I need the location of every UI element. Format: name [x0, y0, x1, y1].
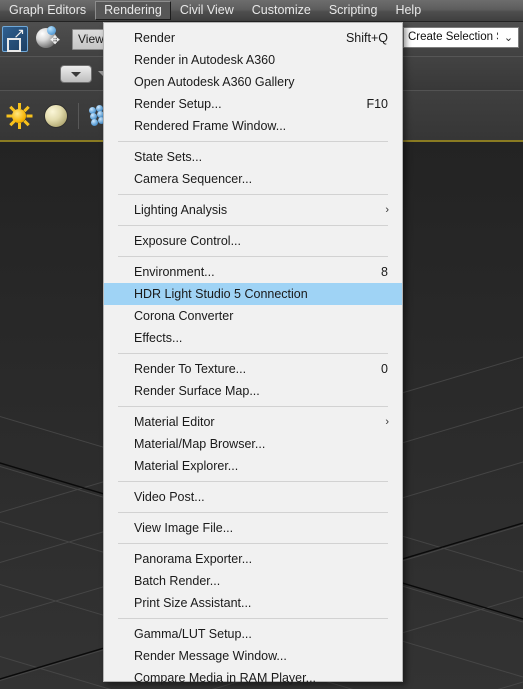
menu-item-label: HDR Light Studio 5 Connection — [134, 287, 308, 301]
menu-item-compare-media-in-ram-player[interactable]: Compare Media in RAM Player... — [104, 667, 402, 689]
menu-item-view-image-file[interactable]: View Image File... — [104, 517, 402, 539]
menu-item-label: Compare Media in RAM Player... — [134, 671, 317, 685]
menu-item-label: Lighting Analysis — [134, 203, 228, 217]
select-object-icon[interactable] — [2, 26, 28, 52]
menu-item-label: Material Editor — [134, 415, 215, 429]
menu-item-render-message-window[interactable]: Render Message Window... — [104, 645, 402, 667]
menu-item-corona-converter[interactable]: Corona Converter — [104, 305, 402, 327]
menu-item-label: State Sets... — [134, 150, 203, 164]
menu-item-shortcut: Shift+Q — [345, 31, 388, 45]
move-cross-glyph: ✥ — [50, 33, 61, 47]
menu-item-render-to-texture[interactable]: Render To Texture... 0 — [104, 358, 402, 380]
menu-item-label: Video Post... — [134, 490, 205, 504]
menu-item-label: Corona Converter — [134, 309, 234, 323]
menu-item-render-setup[interactable]: Render Setup... F10 — [104, 93, 402, 115]
submenu-arrow-icon: › — [385, 204, 389, 216]
menu-item-rendered-frame-window[interactable]: Rendered Frame Window... — [104, 115, 402, 137]
menu-item-label: Open Autodesk A360 Gallery — [134, 75, 295, 89]
menu-separator — [118, 618, 388, 619]
menu-item-batch-render[interactable]: Batch Render... — [104, 570, 402, 592]
menu-item-label: Material Explorer... — [134, 459, 239, 473]
menubar-item-help[interactable]: Help — [386, 1, 430, 20]
menubar-item-civil-view[interactable]: Civil View — [171, 1, 243, 20]
menu-item-shortcut: F10 — [366, 97, 388, 111]
menu-item-label: Print Size Assistant... — [134, 596, 252, 610]
menubar-item-graph-editors[interactable]: Graph Editors — [0, 1, 95, 20]
menu-item-state-sets[interactable]: State Sets... — [104, 146, 402, 168]
menu-item-material-editor[interactable]: Material Editor › — [104, 411, 402, 433]
menu-item-exposure-control[interactable]: Exposure Control... — [104, 230, 402, 252]
sunlight-system-icon[interactable] — [6, 102, 33, 129]
menu-item-video-post[interactable]: Video Post... — [104, 486, 402, 508]
menu-separator — [118, 194, 388, 195]
menu-item-panorama-exporter[interactable]: Panorama Exporter... — [104, 548, 402, 570]
toolbar-divider — [78, 102, 79, 129]
menu-item-label: View Image File... — [134, 521, 234, 535]
menu-item-label: Render Message Window... — [134, 649, 287, 663]
menu-separator — [118, 512, 388, 513]
menu-item-print-size-assistant[interactable]: Print Size Assistant... — [104, 592, 402, 614]
menu-item-label: Rendered Frame Window... — [134, 119, 287, 133]
menu-item-hdr-light-studio-5-connection[interactable]: HDR Light Studio 5 Connection — [104, 283, 402, 305]
menubar-item-rendering[interactable]: Rendering — [95, 1, 171, 20]
menu-item-label: Render Setup... — [134, 97, 222, 111]
menu-separator — [118, 353, 388, 354]
menu-item-render-in-autodesk-a360[interactable]: Render in Autodesk A360 — [104, 49, 402, 71]
menu-item-label: Render in Autodesk A360 — [134, 53, 276, 67]
named-selection-set-field[interactable]: Create Selection Se ⌄ — [403, 27, 519, 48]
menu-item-material-map-browser[interactable]: Material/Map Browser... — [104, 433, 402, 455]
menu-item-gamma-lut-setup[interactable]: Gamma/LUT Setup... — [104, 623, 402, 645]
menu-item-label: Render — [134, 31, 175, 45]
material-sphere-icon[interactable] — [44, 103, 68, 128]
menu-item-label: Environment... — [134, 265, 215, 279]
menu-item-environment[interactable]: Environment... 8 — [104, 261, 402, 283]
menu-item-label: Panorama Exporter... — [134, 552, 253, 566]
menu-item-material-explorer[interactable]: Material Explorer... — [104, 455, 402, 477]
menu-item-label: Camera Sequencer... — [134, 172, 253, 186]
menu-bar: Graph Editors Rendering Civil View Customiz… — [0, 0, 523, 22]
menu-separator — [118, 141, 388, 142]
menu-item-camera-sequencer[interactable]: Camera Sequencer... — [104, 168, 402, 190]
menu-item-label: Render To Texture... — [134, 362, 247, 376]
named-selection-set-value: Create Selection Se — [408, 31, 498, 43]
menu-item-shortcut: 8 — [381, 265, 388, 279]
menu-separator — [118, 406, 388, 407]
menu-item-label: Material/Map Browser... — [134, 437, 266, 451]
menu-item-label: Effects... — [134, 331, 183, 345]
menu-item-label: Gamma/LUT Setup... — [134, 627, 252, 641]
rendering-menu[interactable]: Render Shift+Q Render in Autodesk A360 Open… — [103, 22, 403, 685]
menu-item-label: Exposure Control... — [134, 234, 241, 248]
select-and-move-icon[interactable]: ✥ — [34, 25, 64, 53]
sun-core — [12, 108, 26, 123]
menu-separator — [118, 256, 388, 257]
menu-item-label: Render Surface Map... — [134, 384, 260, 398]
menu-separator — [118, 481, 388, 482]
menubar-item-scripting[interactable]: Scripting — [320, 1, 387, 20]
menu-item-render-surface-map[interactable]: Render Surface Map... — [104, 380, 402, 402]
menu-separator — [118, 543, 388, 544]
menu-item-open-autodesk-a360-gallery[interactable]: Open Autodesk A360 Gallery — [104, 71, 402, 93]
submenu-arrow-icon: › — [385, 416, 389, 428]
menu-item-label: Batch Render... — [134, 574, 221, 588]
chevron-down-icon[interactable]: ⌄ — [500, 29, 517, 46]
menu-item-effects[interactable]: Effects... — [104, 327, 402, 349]
menu-separator — [118, 225, 388, 226]
menu-item-lighting-analysis[interactable]: Lighting Analysis › — [104, 199, 402, 221]
dropdown-icon[interactable] — [60, 64, 92, 83]
menu-item-render[interactable]: Render Shift+Q — [104, 27, 402, 49]
menubar-item-customize[interactable]: Customize — [243, 1, 320, 20]
menu-item-shortcut: 0 — [381, 362, 388, 376]
